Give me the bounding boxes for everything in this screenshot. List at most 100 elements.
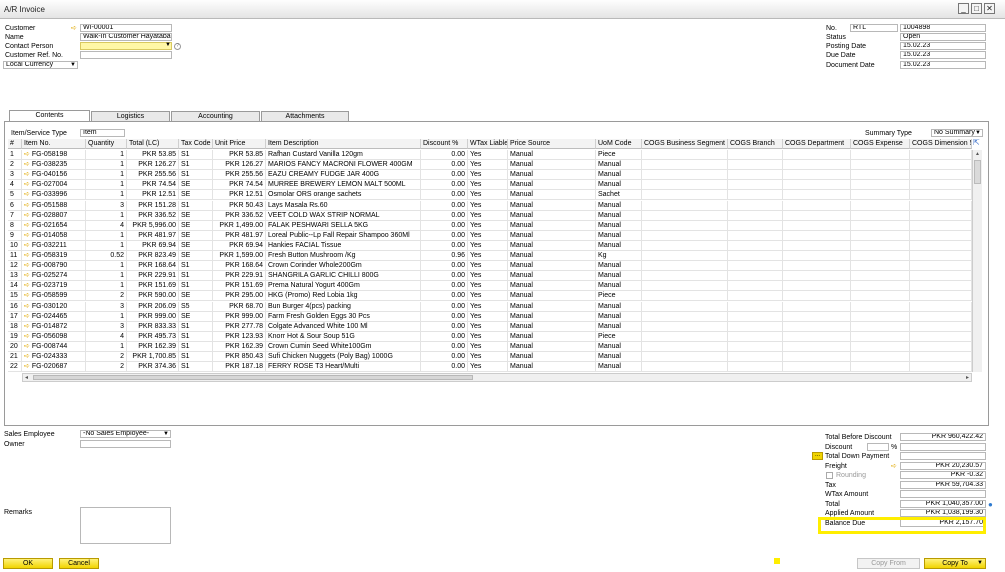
cell-cogs-dimension-5[interactable] <box>910 251 972 261</box>
chevron-right-icon[interactable]: ▸ <box>966 374 969 381</box>
cell-cogs-branch[interactable] <box>728 190 783 201</box>
discount-amount-field[interactable] <box>900 443 986 451</box>
cell-cogs-department[interactable] <box>783 311 851 322</box>
link-arrow-icon[interactable]: ➪ <box>24 292 30 299</box>
cell-total-lc[interactable]: PKR 12.51 <box>127 190 179 201</box>
cell-quantity[interactable]: 1 <box>86 190 127 201</box>
posting-date-field[interactable]: 15.02.23 <box>900 42 986 50</box>
cell-cogs-department[interactable] <box>783 210 851 221</box>
cell-cogs-branch[interactable] <box>728 180 783 191</box>
cell-wtax-liable[interactable]: Yes <box>468 190 508 201</box>
cell-cogs-branch[interactable] <box>728 311 783 322</box>
cell-total-lc[interactable]: PKR 168.64 <box>127 261 179 272</box>
minimize-icon[interactable]: _ <box>958 3 969 14</box>
cell-cogs-expense[interactable] <box>851 321 910 332</box>
cell-cogs-dimension-5[interactable] <box>910 261 972 272</box>
cell-item-description[interactable]: EAZU CREAMY FUDGE JAR 400G <box>266 170 421 181</box>
cell-item-description[interactable]: Rafhan Custard Vanilla 120gm <box>266 150 421 160</box>
cell-cogs-dimension-5[interactable] <box>910 190 972 201</box>
cell-discount[interactable]: 0.00 <box>421 271 468 282</box>
cell-cogs-business-segment[interactable] <box>642 291 728 302</box>
summary-type-dropdown[interactable]: No Summary ▼ <box>931 129 983 137</box>
cell-discount[interactable]: 0.00 <box>421 230 468 241</box>
cell-cogs-branch[interactable] <box>728 251 783 261</box>
cell-total-lc[interactable]: PKR 151.69 <box>127 281 179 292</box>
cell-cogs-expense[interactable] <box>851 150 910 160</box>
cell-unit-price[interactable]: PKR 277.78 <box>213 321 266 332</box>
link-arrow-icon[interactable]: ➪ <box>24 151 30 158</box>
cell-wtax-liable[interactable]: Yes <box>468 311 508 322</box>
cell-cogs-department[interactable] <box>783 240 851 251</box>
cell-cogs-branch[interactable] <box>728 331 783 342</box>
cell-quantity[interactable]: 3 <box>86 301 127 312</box>
cell-item-no[interactable]: ➪ FG-014058 <box>22 230 86 241</box>
cell-cogs-expense[interactable] <box>851 240 910 251</box>
tab-logistics[interactable]: Logistics <box>91 111 170 121</box>
chevron-down-icon[interactable]: ▼ <box>165 42 1004 49</box>
cell-wtax-liable[interactable]: Yes <box>468 210 508 221</box>
cell-discount[interactable]: 0.00 <box>421 311 468 322</box>
cell-cogs-expense[interactable] <box>851 170 910 181</box>
column-header-unit-price[interactable]: Unit Price <box>213 139 266 149</box>
discount-percent-field[interactable] <box>867 443 889 451</box>
link-arrow-icon[interactable]: ➪ <box>24 191 30 198</box>
table-row[interactable]: 14 ➪ FG-023719 1 PKR 151.69 S1 PKR 151.69 Prema… <box>8 281 972 292</box>
cell-item-description[interactable]: SHANGRILA GARLIC CHILLI 800G <box>266 271 421 282</box>
table-row[interactable]: 15 ➪ FG-058599 2 PKR 590.00 SE PKR 295.00 HKG (… <box>8 291 972 302</box>
cell-cogs-department[interactable] <box>783 341 851 352</box>
cell-item-no[interactable]: ➪ FG-032211 <box>22 240 86 251</box>
owner-field[interactable] <box>80 440 171 448</box>
cell-cogs-business-segment[interactable] <box>642 251 728 261</box>
copy-to-button[interactable]: Copy To ▼ <box>924 558 986 569</box>
cell-cogs-dimension-5[interactable] <box>910 281 972 292</box>
cell-total-lc[interactable]: PKR 823.49 <box>127 251 179 261</box>
cell-discount[interactable]: 0.00 <box>421 281 468 292</box>
vertical-scrollbar[interactable]: ▲ <box>972 150 982 372</box>
cell-cogs-business-segment[interactable] <box>642 230 728 241</box>
cell-cogs-expense[interactable] <box>851 352 910 362</box>
close-icon[interactable]: ✕ <box>984 3 995 14</box>
cell-cogs-dimension-5[interactable] <box>910 301 972 312</box>
cell-quantity[interactable]: 0.52 <box>86 251 127 261</box>
cell-uom-code[interactable]: Manual <box>596 352 642 362</box>
cell-discount[interactable]: 0.00 <box>421 341 468 352</box>
cell-quantity[interactable]: 1 <box>86 230 127 241</box>
cell-cogs-department[interactable] <box>783 200 851 211</box>
cell-wtax-liable[interactable]: Yes <box>468 321 508 332</box>
cell-wtax-liable[interactable]: Yes <box>468 341 508 352</box>
cell-tax-code[interactable]: S1 <box>179 281 213 292</box>
cell-uom-code[interactable]: Piece <box>596 291 642 302</box>
cell-cogs-branch[interactable] <box>728 210 783 221</box>
cell-item-no[interactable]: ➪ FG-030120 <box>22 301 86 312</box>
link-arrow-icon[interactable]: ➪ <box>24 161 30 168</box>
cell-tax-code[interactable]: S1 <box>179 200 213 211</box>
more-icon[interactable]: ... <box>812 452 823 460</box>
cell-unit-price[interactable]: PKR 162.39 <box>213 341 266 352</box>
table-row[interactable]: 18 ➪ FG-014872 3 PKR 833.33 S1 PKR 277.78 Colga… <box>8 321 972 332</box>
cell-item-no[interactable]: ➪ FG-008744 <box>22 341 86 352</box>
cell-discount[interactable]: 0.00 <box>421 150 468 160</box>
cell-discount[interactable]: 0.00 <box>421 220 468 231</box>
cell-cogs-business-segment[interactable] <box>642 311 728 322</box>
table-row[interactable]: 1 ➪ FG-058198 1 PKR 53.85 S1 PKR 53.85 Rafhan C… <box>8 150 972 160</box>
cell-item-no[interactable]: ➪ FG-025274 <box>22 271 86 282</box>
column-header-cogs-dimension-5[interactable]: COGS Dimension 5 <box>910 139 972 149</box>
link-arrow-icon[interactable]: ➪ <box>24 222 30 229</box>
table-row[interactable]: 12 ➪ FG-008790 1 PKR 168.64 S1 PKR 168.64 Crown… <box>8 261 972 272</box>
link-arrow-icon[interactable]: ➪ <box>24 272 30 279</box>
cell-item-no[interactable]: ➪ FG-027004 <box>22 180 86 191</box>
cell-wtax-liable[interactable]: Yes <box>468 200 508 211</box>
cell-cogs-branch[interactable] <box>728 150 783 160</box>
table-row[interactable]: 19 ➪ FG-056098 4 PKR 495.73 S1 PKR 123.93 Knorr… <box>8 331 972 342</box>
cell-unit-price[interactable]: PKR 50.43 <box>213 200 266 211</box>
cell-price-source[interactable]: Manual <box>508 301 596 312</box>
cell-cogs-department[interactable] <box>783 281 851 292</box>
cell-total-lc[interactable]: PKR 5,996.00 <box>127 220 179 231</box>
cell-total-lc[interactable]: PKR 833.33 <box>127 321 179 332</box>
cell-discount[interactable]: 0.96 <box>421 251 468 261</box>
cell-wtax-liable[interactable]: Yes <box>468 251 508 261</box>
cell-item-description[interactable]: MURREE BREWERY LEMON MALT 500ML <box>266 180 421 191</box>
cell-total-lc[interactable]: PKR 74.54 <box>127 180 179 191</box>
cell-item-no[interactable]: ➪ FG-051588 <box>22 200 86 211</box>
cell-tax-code[interactable]: S1 <box>179 271 213 282</box>
